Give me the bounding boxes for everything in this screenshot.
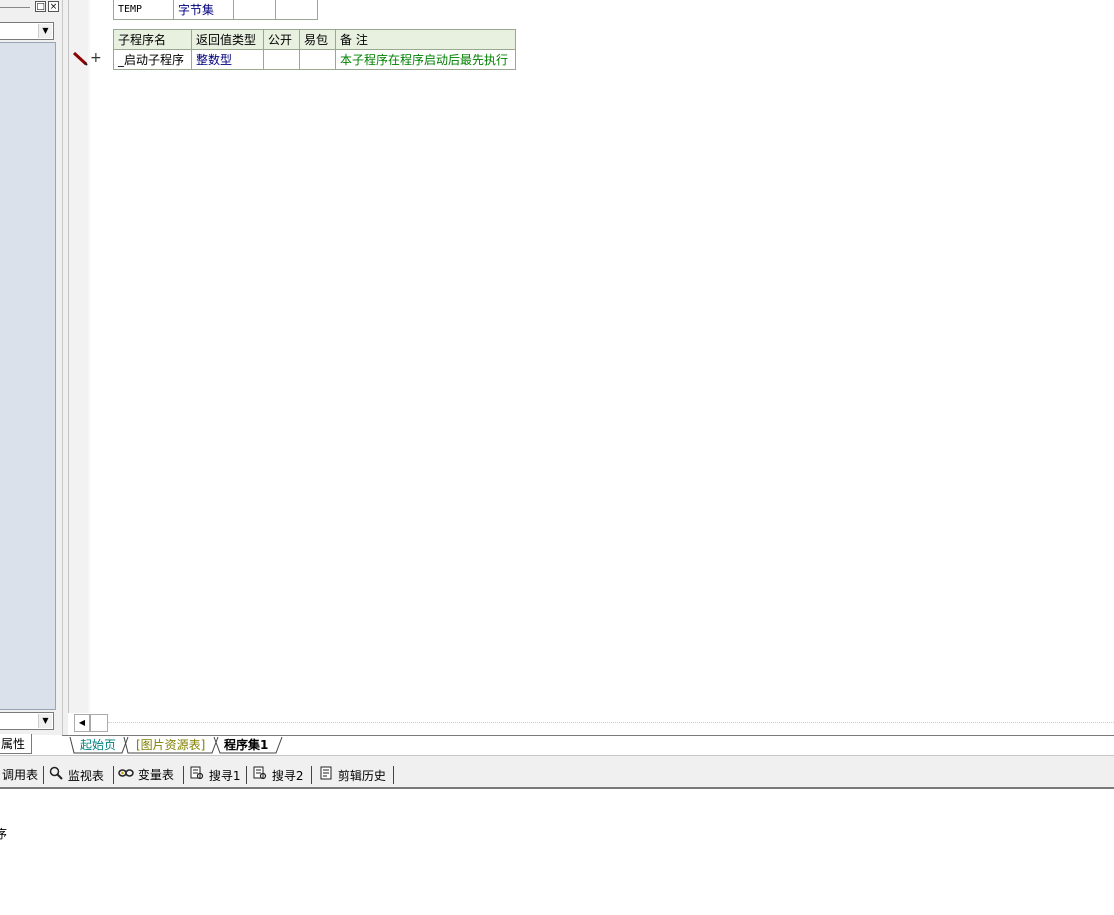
tab-label: 搜寻2 — [271, 769, 304, 783]
variable-icon — [118, 766, 134, 784]
tab-label: 调用表 — [2, 768, 39, 782]
subroutine-table: 子程序名 返回值类型 公开 易包 备 注 _启动子程序 整数型 本子程序在程序启… — [113, 29, 516, 70]
tab-call-table[interactable]: 调用表 — [2, 766, 38, 784]
titlebar-grip — [0, 7, 30, 8]
tab-variable-table[interactable]: 变量表 — [118, 766, 174, 784]
tab-divider — [113, 766, 114, 784]
tab-divider — [183, 766, 184, 784]
tab-label: 监视表 — [67, 769, 104, 783]
tab-divider — [43, 766, 44, 784]
easy-package-cell[interactable] — [299, 49, 336, 70]
tab-image-resources[interactable]: [图片资源表] — [132, 736, 209, 754]
data-cell[interactable] — [233, 0, 276, 20]
tab-divider — [246, 766, 247, 784]
tab-properties[interactable]: 属性 — [0, 734, 32, 754]
left-panel-dropdown[interactable]: ▼ — [0, 22, 54, 40]
scrollbar-track[interactable] — [108, 722, 1114, 723]
tab-search-1[interactable]: 搜寻1 — [189, 766, 240, 784]
document-tab-bar: 起始页 [图片资源表] 程序集1 — [62, 735, 1114, 755]
header-sub-name: 子程序名 — [113, 29, 192, 50]
header-easy-package: 易包 — [299, 29, 336, 50]
header-return-type: 返回值类型 — [191, 29, 264, 50]
sub-name-cell[interactable]: _启动子程序 — [113, 49, 192, 70]
note-cell[interactable]: 本子程序在程序启动后最先执行 — [335, 49, 516, 70]
table-header-row: 子程序名 返回值类型 公开 易包 备 注 — [113, 29, 516, 50]
data-table: TEMP 字节集 — [113, 0, 318, 20]
left-panel-titlebar: □ × — [0, 0, 62, 16]
chevron-down-icon[interactable]: ▼ — [38, 24, 52, 38]
table-row: _启动子程序 整数型 本子程序在程序启动后最先执行 — [113, 49, 516, 70]
horizontal-scrollbar[interactable]: ◀ — [74, 714, 1114, 732]
left-panel-dropdown-bottom[interactable]: ▼ — [0, 712, 54, 730]
magnifier-icon — [48, 766, 64, 785]
tab-divider — [393, 766, 394, 784]
output-text: 序 — [0, 827, 8, 841]
restore-icon[interactable]: □ — [35, 1, 46, 12]
public-cell[interactable] — [263, 49, 300, 70]
edit-pencil-icon — [72, 52, 88, 66]
return-type-cell[interactable]: 整数型 — [191, 49, 264, 70]
chevron-down-icon[interactable]: ▼ — [38, 714, 52, 728]
code-editor[interactable]: TEMP 字节集 子程序名 返回值类型 公开 易包 备 注 _启动子程序 整数型… — [68, 0, 1114, 735]
scroll-left-icon[interactable]: ◀ — [74, 714, 90, 732]
editor-gutter-edge — [88, 0, 90, 713]
data-type-cell[interactable]: 字节集 — [173, 0, 234, 20]
search-doc-icon — [189, 766, 205, 785]
search-doc-icon — [252, 766, 268, 785]
tab-clip-history[interactable]: 剪辑历史 — [318, 766, 386, 784]
header-public: 公开 — [263, 29, 300, 50]
table-row: TEMP 字节集 — [113, 0, 318, 20]
tab-label: 变量表 — [137, 768, 174, 782]
tab-search-2[interactable]: 搜寻2 — [252, 766, 303, 784]
output-panel[interactable]: 序 — [0, 791, 1114, 915]
data-cell[interactable] — [275, 0, 318, 20]
clipboard-icon — [318, 766, 334, 785]
tab-program-set-1[interactable]: 程序集1 — [220, 736, 272, 754]
tab-label: 剪辑历史 — [337, 769, 386, 783]
header-note: 备 注 — [335, 29, 516, 50]
data-name-cell[interactable]: TEMP — [113, 0, 174, 20]
expand-plus-icon[interactable]: + — [90, 50, 102, 66]
tab-label: 搜寻1 — [208, 769, 241, 783]
left-panel: □ × ▼ ▼ 属性 — [0, 0, 62, 754]
tab-start-page[interactable]: 起始页 — [76, 736, 120, 754]
left-panel-list[interactable] — [0, 42, 56, 710]
editor-gutter — [68, 0, 88, 713]
tab-watch-table[interactable]: 监视表 — [48, 766, 104, 784]
scrollbar-thumb[interactable] — [90, 714, 108, 732]
tab-divider — [311, 766, 312, 784]
bottom-tool-tabs: 调用表 监视表 变量表 搜寻1 搜寻2 剪辑历史 — [0, 761, 1114, 789]
close-icon[interactable]: × — [48, 1, 59, 12]
